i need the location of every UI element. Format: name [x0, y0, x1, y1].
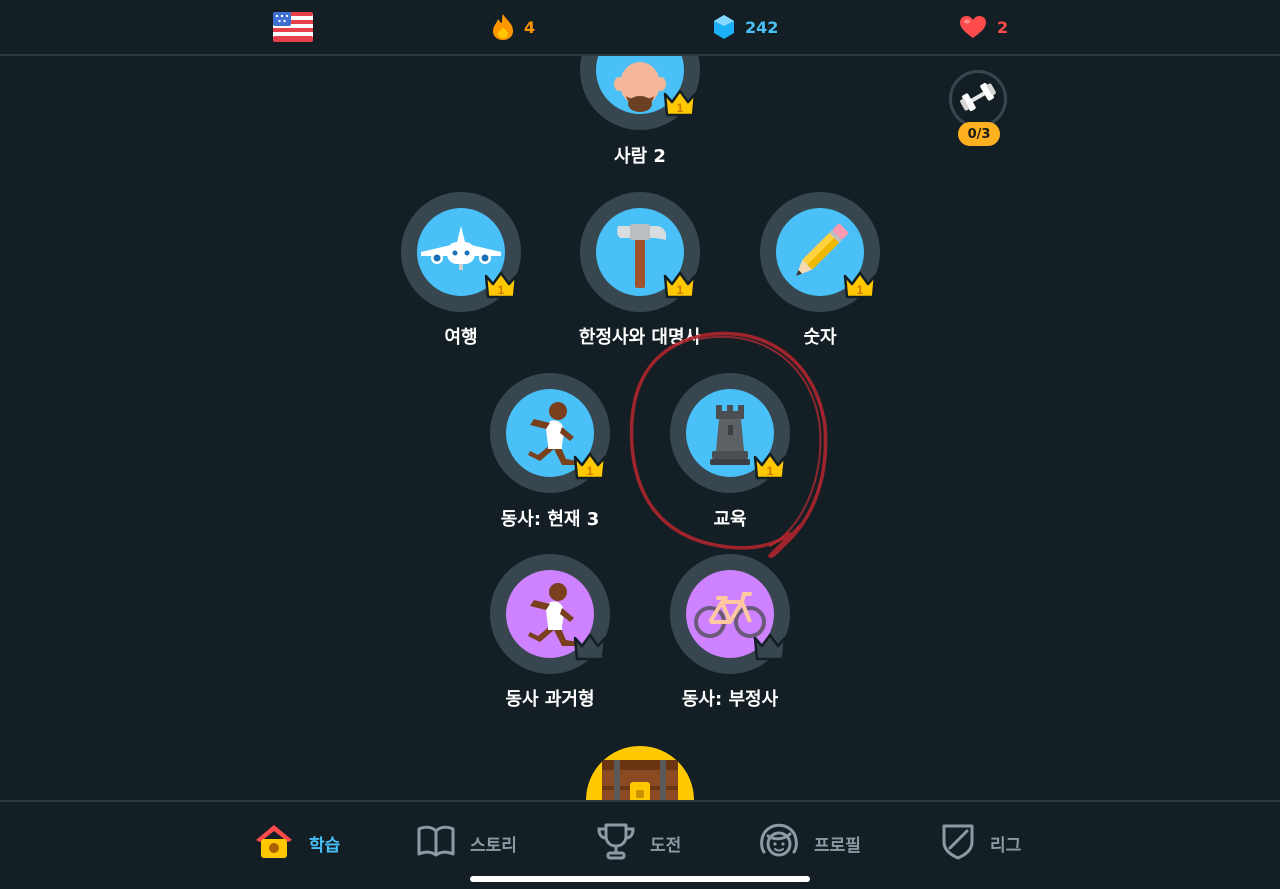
dumbbell-icon [958, 82, 998, 116]
skill-education[interactable]: 1 [670, 373, 790, 493]
crown-level: 1 [857, 283, 864, 297]
crown-icon: 1 [842, 270, 878, 300]
hearts-counter[interactable]: 2 [959, 12, 1008, 42]
streak-count: 4 [524, 17, 536, 37]
skill-determiners-pronouns[interactable]: 1 [580, 192, 700, 312]
us-flag-icon [273, 12, 313, 42]
crown-level: 1 [677, 283, 684, 297]
skill-label: 숫자 [803, 327, 837, 348]
course-flag-button[interactable] [273, 12, 313, 42]
crown-icon: 1 [572, 451, 608, 481]
practice-button[interactable]: 0/3 [947, 70, 1011, 148]
practice-ring [949, 70, 1007, 128]
crown-level: 1 [677, 101, 684, 115]
skill-label: 여행 [444, 327, 478, 348]
skill-verbs-present-3[interactable]: 1 [490, 373, 610, 493]
bottom-nav: 학습 스토리 도전 프로필 리그 [0, 800, 1280, 889]
top-bar: 4 242 2 [0, 0, 1280, 56]
crown-level: 1 [767, 464, 774, 478]
skill-label: 사람 2 [614, 146, 666, 167]
nav-profile-label: 프로필 [814, 835, 861, 856]
nav-league-label: 리그 [990, 835, 1022, 856]
crown-level: 1 [587, 464, 594, 478]
crown-icon [572, 632, 608, 662]
book-icon [416, 824, 456, 863]
profile-face-icon [758, 822, 800, 865]
shield-icon [940, 822, 976, 865]
skill-people-2[interactable]: 1 [580, 56, 700, 130]
skill-numbers[interactable]: 1 [760, 192, 880, 312]
duolingo-app: 4 242 2 0/3 1 사람 2 1 여행 1 한정사와 대명사 1 숫자 … [0, 0, 1280, 889]
skill-travel[interactable]: 1 [401, 192, 521, 312]
crown-level: 1 [498, 283, 505, 297]
nav-challenge-label: 도전 [650, 835, 682, 856]
crown-icon: 1 [662, 88, 698, 118]
skill-verbs-infinitive[interactable] [670, 554, 790, 674]
gems-counter[interactable]: 242 [713, 12, 778, 42]
crown-icon [752, 632, 788, 662]
nav-stories[interactable]: 스토리 [416, 822, 517, 864]
skill-verbs-past[interactable] [490, 554, 610, 674]
skill-label: 교육 [713, 509, 747, 530]
trophy-icon [596, 822, 636, 865]
skill-label: 동사 과거형 [505, 689, 595, 710]
treasure-chest-icon[interactable] [586, 746, 694, 800]
hearts-count: 2 [997, 17, 1009, 37]
home-icon [253, 822, 295, 865]
skill-label: 한정사와 대명사 [578, 327, 702, 348]
streak-counter[interactable]: 4 [492, 12, 535, 42]
nav-profile[interactable]: 프로필 [758, 822, 861, 864]
crown-icon: 1 [662, 270, 698, 300]
skill-label: 동사: 부정사 [681, 689, 779, 710]
nav-challenge[interactable]: 도전 [596, 822, 681, 864]
nav-league[interactable]: 리그 [940, 822, 1021, 864]
home-indicator[interactable] [470, 876, 810, 882]
skill-label: 동사: 현재 3 [500, 509, 600, 530]
gems-count: 242 [745, 17, 779, 37]
nav-learn-label: 학습 [309, 835, 341, 856]
fire-icon [492, 13, 514, 41]
crown-icon: 1 [752, 451, 788, 481]
nav-learn[interactable]: 학습 [253, 822, 340, 864]
heart-icon [959, 15, 987, 39]
nav-stories-label: 스토리 [470, 835, 517, 856]
crown-icon: 1 [483, 270, 519, 300]
skill-tree: 0/3 1 사람 2 1 여행 1 한정사와 대명사 1 숫자 1 동사: 현재… [0, 56, 1280, 800]
practice-progress-badge: 0/3 [958, 122, 1000, 146]
gem-icon [713, 14, 735, 40]
